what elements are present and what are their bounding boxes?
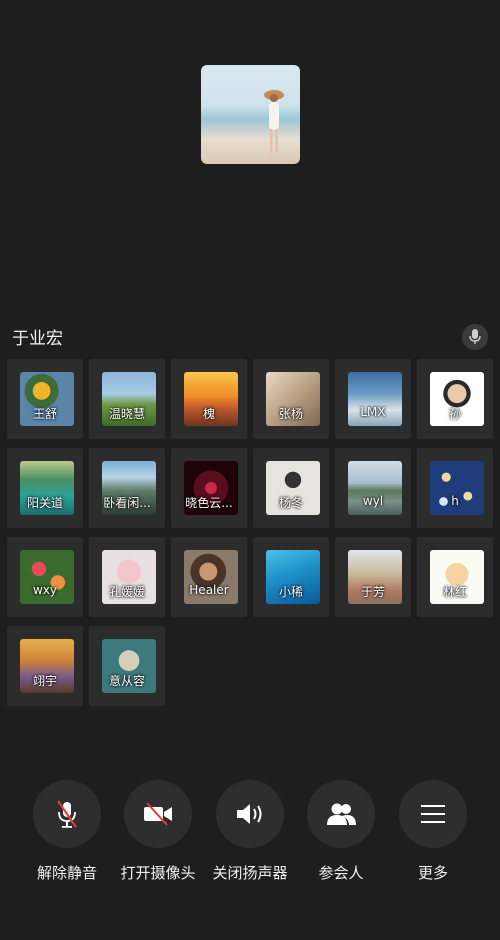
menu-icon bbox=[399, 780, 467, 848]
participant-name: 杨冬 bbox=[278, 496, 303, 510]
participant-tile[interactable]: 孙 bbox=[417, 359, 493, 439]
participant-tile[interactable]: 于芳 bbox=[335, 537, 411, 617]
active-speaker-avatar bbox=[201, 65, 300, 164]
participant-name: wyl bbox=[362, 494, 384, 508]
participant-tile[interactable]: 槐 bbox=[171, 359, 247, 439]
participant-tile[interactable]: Healer bbox=[171, 537, 247, 617]
more-label: 更多 bbox=[417, 864, 448, 882]
participant-name: 张杨 bbox=[278, 407, 303, 421]
people-icon bbox=[307, 780, 375, 848]
participant-name: 温晓慧 bbox=[108, 407, 145, 421]
participant-name: 槐 bbox=[202, 407, 215, 421]
participant-tile[interactable]: 卧看闲... bbox=[89, 448, 165, 528]
more-button[interactable]: 更多 bbox=[387, 780, 479, 883]
participant-tile[interactable]: 孔媛媛 bbox=[89, 537, 165, 617]
mic-off-icon bbox=[33, 780, 101, 848]
participant-name: 王舒 bbox=[32, 407, 57, 421]
unmute-label: 解除静音 bbox=[36, 864, 97, 882]
participant-tile[interactable]: 温晓慧 bbox=[89, 359, 165, 439]
speaker-toggle-button[interactable]: 关闭扬声器 bbox=[204, 780, 296, 883]
participant-name: h bbox=[451, 494, 459, 508]
participant-tile[interactable]: 张杨 bbox=[253, 359, 329, 439]
speaker-icon bbox=[216, 780, 284, 848]
participant-tile[interactable]: wxy bbox=[7, 537, 83, 617]
speaker-figure bbox=[264, 90, 284, 153]
participant-tile[interactable]: 晓色云... bbox=[171, 448, 247, 528]
participant-name: 意从容 bbox=[108, 674, 145, 688]
participant-name: Healer bbox=[189, 583, 229, 597]
participant-tile[interactable]: 杨冬 bbox=[253, 448, 329, 528]
participant-name: 孔媛媛 bbox=[108, 585, 145, 599]
meeting-controls: 解除静音 打开摄像头 关闭扬声器 参会人 更多 bbox=[0, 780, 500, 890]
participant-name: 林红 bbox=[442, 585, 467, 599]
speaker-label: 关闭扬声器 bbox=[212, 864, 288, 882]
camera-label: 打开摄像头 bbox=[120, 864, 196, 882]
participant-tile[interactable]: wyl bbox=[335, 448, 411, 528]
participant-name: wxy bbox=[32, 583, 58, 597]
participant-name: 翊宇 bbox=[32, 674, 57, 688]
participant-tile[interactable]: LMX bbox=[335, 359, 411, 439]
participant-name: 小稀 bbox=[278, 585, 303, 599]
mic-icon bbox=[462, 324, 488, 350]
participant-grid: 王舒 温晓慧 槐 张杨 LMX 孙 阳关道 卧看闲... 晓色云... 杨冬 w… bbox=[7, 359, 495, 706]
participant-tile[interactable]: 王舒 bbox=[7, 359, 83, 439]
participants-button[interactable]: 参会人 bbox=[295, 780, 387, 883]
participant-name: 孙 bbox=[448, 407, 461, 421]
unmute-button[interactable]: 解除静音 bbox=[21, 780, 113, 883]
participant-tile[interactable]: 意从容 bbox=[89, 626, 165, 706]
participant-tile[interactable]: h bbox=[417, 448, 493, 528]
participant-name: 卧看闲... bbox=[103, 496, 151, 510]
participants-label: 参会人 bbox=[318, 864, 364, 882]
participant-tile[interactable]: 翊宇 bbox=[7, 626, 83, 706]
participant-name: 于芳 bbox=[360, 585, 385, 599]
speaker-name: 于业宏 bbox=[12, 329, 63, 349]
participant-tile[interactable]: 阳关道 bbox=[7, 448, 83, 528]
participant-name: LMX bbox=[360, 405, 386, 419]
participant-name: 阳关道 bbox=[26, 496, 63, 510]
camera-button[interactable]: 打开摄像头 bbox=[112, 780, 204, 883]
camera-off-icon bbox=[124, 780, 192, 848]
participant-name: 晓色云... bbox=[185, 496, 233, 510]
participant-tile[interactable]: 小稀 bbox=[253, 537, 329, 617]
participant-tile[interactable]: 林红 bbox=[417, 537, 493, 617]
